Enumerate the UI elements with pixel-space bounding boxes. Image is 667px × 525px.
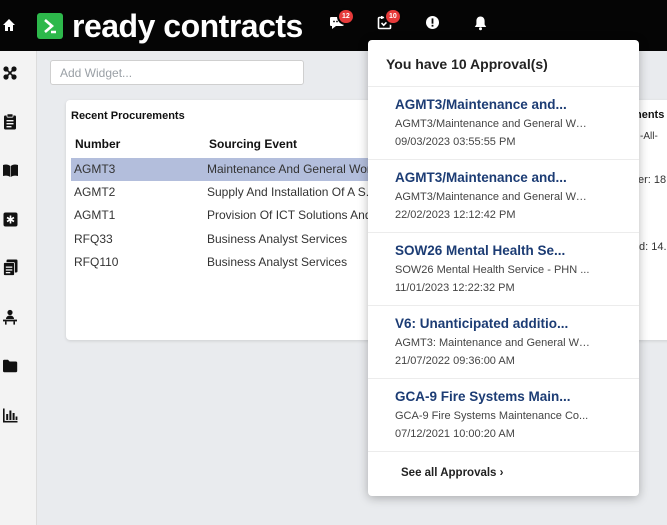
logo-arrow-icon (37, 13, 63, 39)
sidebar-item-documents[interactable] (0, 257, 20, 277)
recent-procurements-card: Recent Procurements Number Sourcing Even… (66, 100, 386, 340)
approval-description: AGMT3/Maintenance and General Wo... (395, 191, 591, 203)
messages-button[interactable]: 12 (325, 8, 355, 37)
approval-date: 21/07/2022 09:36:00 AM (395, 355, 515, 367)
row-number: AGMT3 (74, 162, 116, 176)
table-row[interactable]: RFQ110 Business Analyst Services (71, 251, 386, 274)
brand-name: ready contracts (72, 8, 303, 44)
approval-description: SOW26 Mental Health Service - PHN ... (395, 264, 590, 276)
approval-description: GCA-9 Fire Systems Maintenance Co... (395, 410, 589, 422)
approval-date: 07/12/2021 10:00:20 AM (395, 428, 515, 440)
approval-title[interactable]: V6: Unanticipated additio... (395, 316, 595, 331)
table-row[interactable]: AGMT1 Provision Of ICT Solutions And... (71, 204, 386, 227)
home-icon[interactable] (0, 14, 18, 36)
approval-description: AGMT3/Maintenance and General Wo... (395, 118, 591, 130)
asterisk-square-icon (3, 212, 17, 226)
card-title: Recent Procurements (71, 110, 185, 122)
row-number: RFQ33 (74, 232, 113, 246)
sidebar-item-reports[interactable] (0, 405, 20, 425)
row-sourcing-event: Maintenance And General Work (207, 162, 377, 176)
sidebar-item-folders[interactable] (0, 356, 20, 376)
row-sourcing-event: Business Analyst Services (207, 232, 348, 246)
side-card-line-1: er: 18. (638, 174, 667, 186)
approval-date: 09/03/2023 03:55:55 PM (395, 136, 516, 148)
column-header-number[interactable]: Number (75, 137, 120, 151)
row-sourcing-event: Supply And Installation Of A S... (207, 185, 376, 199)
row-sourcing-event: Business Analyst Services (207, 255, 348, 269)
column-header-sourcing-event[interactable]: Sourcing Event (209, 137, 297, 151)
exclamation-circle-icon (425, 15, 440, 35)
approval-item[interactable]: AGMT3/Maintenance and... AGMT3/Maintenan… (368, 86, 639, 159)
table-row[interactable]: AGMT2 Supply And Installation Of A S... (71, 181, 386, 204)
sidebar-item-workflow[interactable] (0, 63, 20, 83)
row-sourcing-event: Provision Of ICT Solutions And... (207, 208, 382, 222)
approval-date: 11/01/2023 12:22:32 PM (395, 282, 515, 294)
clipboard-icon (4, 112, 16, 129)
approval-item[interactable]: GCA-9 Fire Systems Main... GCA-9 Fire Sy… (368, 378, 639, 451)
approvals-button[interactable]: 10 (372, 8, 402, 37)
table-row[interactable]: RFQ33 Business Analyst Services (71, 228, 386, 251)
approval-item[interactable]: V6: Unanticipated additio... AGMT3: Main… (368, 305, 639, 378)
sidebar (0, 51, 37, 525)
folder-icon (3, 359, 18, 373)
workflow-icon (3, 66, 17, 80)
row-number: AGMT2 (74, 185, 116, 199)
approval-date: 22/02/2023 12:12:42 PM (395, 209, 516, 221)
table-row[interactable]: AGMT3 Maintenance And General Work (71, 158, 386, 181)
open-book-icon (2, 163, 18, 177)
approval-title[interactable]: AGMT3/Maintenance and... (395, 97, 595, 112)
sidebar-item-library[interactable] (0, 160, 20, 180)
documents-icon (2, 259, 17, 276)
approvals-count-badge: 10 (384, 8, 402, 25)
alerts-button[interactable] (420, 13, 444, 37)
approval-title[interactable]: GCA-9 Fire Systems Main... (395, 389, 595, 404)
see-all-approvals-link[interactable]: See all Approvals › (401, 467, 503, 479)
row-number: AGMT1 (74, 208, 116, 222)
notifications-button[interactable] (468, 13, 492, 37)
approval-description: AGMT3: Maintenance and General Wo... (395, 337, 591, 349)
brand-logo[interactable]: ready contracts (37, 8, 303, 44)
row-number: RFQ110 (74, 255, 119, 269)
side-card-line-2: d: 14.8 (639, 241, 667, 253)
sidebar-item-suppliers[interactable] (0, 307, 20, 327)
side-card-title: nents (635, 109, 665, 121)
person-desk-icon (3, 309, 17, 325)
add-widget-input[interactable]: Add Widget... (50, 60, 304, 85)
messages-count-badge: 12 (337, 8, 355, 25)
approvals-header: You have 10 Approval(s) (386, 56, 548, 72)
approvals-dropdown: You have 10 Approval(s) AGMT3/Maintenanc… (368, 40, 639, 496)
sidebar-item-tasks[interactable] (0, 111, 20, 131)
approval-title[interactable]: SOW26 Mental Health Se... (395, 243, 595, 258)
approval-title[interactable]: AGMT3/Maintenance and... (395, 170, 595, 185)
side-card-filter[interactable]: -All- (640, 131, 658, 142)
bar-chart-icon (3, 408, 18, 422)
bell-icon (473, 15, 488, 36)
approval-item[interactable]: SOW26 Mental Health Se... SOW26 Mental H… (368, 232, 639, 305)
sidebar-item-registry[interactable] (0, 209, 20, 229)
approval-item[interactable]: AGMT3/Maintenance and... AGMT3/Maintenan… (368, 159, 639, 232)
